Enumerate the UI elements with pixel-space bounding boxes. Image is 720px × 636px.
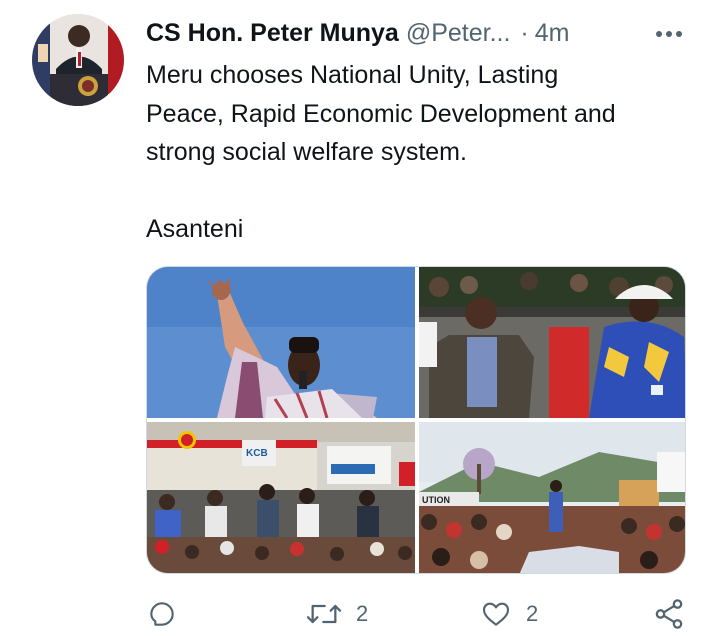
author-avatar[interactable] <box>32 14 124 106</box>
tweet-text: Meru chooses National Unity, Lasting Pea… <box>146 56 706 248</box>
media-grid: KCB UTION <box>146 266 686 574</box>
tweet-timestamp[interactable]: 4m <box>535 19 570 48</box>
tweet-text-closing: Asanteni <box>146 214 244 243</box>
tweet-text-line: strong social welfare system. <box>146 138 467 166</box>
retweet-count: 2 <box>356 601 369 626</box>
photo-seated-guests[interactable] <box>419 267 685 418</box>
tweet-header: CS Hon. Peter Munya @Peter... · 4m <box>146 16 704 50</box>
more-icon[interactable] <box>652 20 686 48</box>
like-count: 2 <box>526 601 539 626</box>
sign-ution: UTION <box>422 495 450 505</box>
tweet-card[interactable]: CS Hon. Peter Munya @Peter... · 4m Meru … <box>0 0 720 636</box>
tweet-actions: 2 2 <box>146 594 698 634</box>
reply-icon <box>150 602 174 626</box>
tweet-text-line: Meru chooses National Unity, Lasting <box>146 61 559 89</box>
share-icon <box>655 599 683 629</box>
like-icon <box>482 602 510 626</box>
sign-kcb: KCB <box>246 448 268 459</box>
retweet-icon <box>306 604 342 624</box>
photo-street-crowd[interactable]: KCB <box>147 422 415 573</box>
header-separator: · <box>520 18 529 47</box>
author-handle[interactable]: @Peter... <box>406 19 511 48</box>
photo-speaker[interactable] <box>147 267 415 418</box>
share-button[interactable] <box>652 594 686 634</box>
photo-rally-crowd[interactable]: UTION <box>419 422 685 573</box>
avatar-image <box>32 14 124 106</box>
like-button[interactable]: 2 <box>480 594 538 634</box>
tweet-text-line: Peace, Rapid Economic Development and <box>146 99 616 128</box>
author-name[interactable]: CS Hon. Peter Munya <box>146 19 399 48</box>
retweet-button[interactable]: 2 <box>306 594 368 634</box>
reply-button[interactable] <box>146 594 192 634</box>
